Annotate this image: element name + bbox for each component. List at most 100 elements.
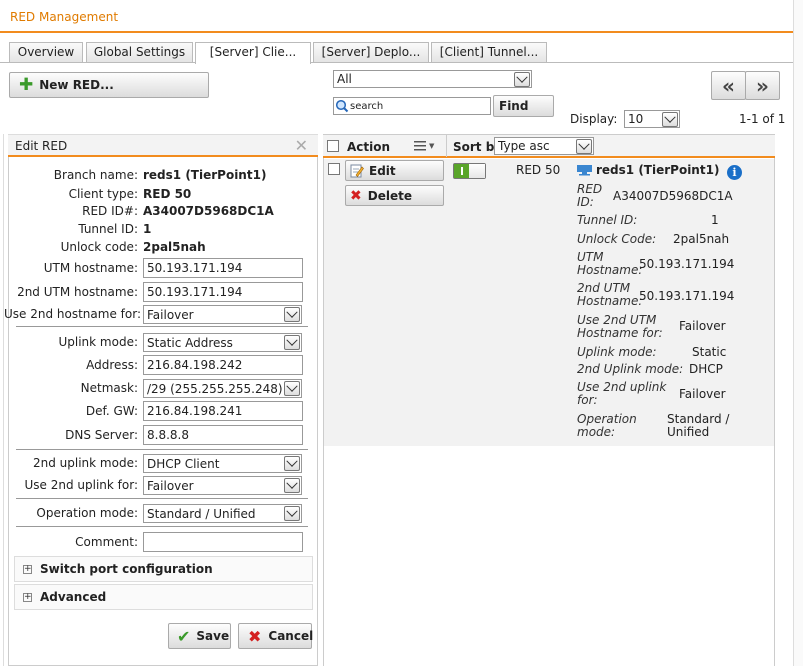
utm-hostname2-field[interactable]: 50.193.171.194 [143,282,303,302]
operation-mode-select[interactable]: Standard / Unified [143,504,302,523]
edit-label: Edit [369,163,396,178]
column-menu-icon[interactable]: ▼ [414,138,440,154]
chevron-down-icon [284,381,300,396]
chevron-down-icon [576,139,592,154]
detail-label-unlock-code: Unlock Code: [577,232,657,246]
dns-field[interactable]: 8.8.8.8 [143,425,303,445]
def-gw-field[interactable]: 216.84.198.241 [143,401,303,421]
chevron-down-icon [662,112,678,127]
use-2nd-uplink-select[interactable]: Failover [143,476,302,495]
def-gw-label: Def. GW: [85,404,138,418]
address-field[interactable]: 216.84.198.242 [143,355,303,375]
tab-global-settings[interactable]: Global Settings [86,42,193,63]
operation-mode-label: Operation mode: [36,506,138,520]
uplink-mode-select[interactable]: Static Address [143,333,302,352]
utm-hostname-field[interactable]: 50.193.171.194 [143,258,303,278]
display-select[interactable]: 10 [624,110,680,128]
branch-name-label: Branch name: [53,168,138,182]
tab-client-tunnel[interactable]: [Client] Tunnel... [431,42,547,63]
x-icon: ✖ [248,626,262,646]
detail-label-utm-hostname2: 2nd UTM Hostname: [577,281,643,308]
detail-label-operation-mode: Operation mode: [577,412,637,439]
row-checkbox[interactable] [328,163,340,175]
detail-label-2nd-uplink-mode: 2nd Uplink mode: [577,362,684,376]
utm-hostname-label: UTM hostname: [43,261,138,275]
cancel-label: Cancel [268,629,314,643]
advanced-section[interactable]: + Advanced [14,584,313,610]
detail-value-utm-hostname2: 50.193.171.194 [639,289,735,303]
uplink2-mode-select[interactable]: DHCP Client [143,454,302,473]
cancel-button[interactable]: ✖ Cancel [238,623,314,649]
sort-value: Type asc [498,139,550,153]
use-2nd-hostname-select[interactable]: Failover [143,305,302,324]
address-value: 216.84.198.242 [147,358,243,372]
dns-value: 8.8.8.8 [147,428,189,442]
toggle-on-segment [454,164,469,178]
info-icon[interactable]: i [727,165,742,180]
detail-value-tunnel-id: 1 [711,213,719,227]
netmask-select[interactable]: /29 (255.255.255.248) [143,379,302,398]
tunnel-id-value: 1 [143,222,152,236]
uplink-mode-label: Uplink mode: [58,335,138,349]
filter-select[interactable]: All [333,70,532,88]
expand-icon: + [23,591,32,602]
switch-port-section[interactable]: + Switch port configuration [14,556,313,582]
unlock-code-label: Unlock code: [60,240,138,254]
divider [16,498,308,499]
client-type-value: RED 50 [143,187,192,201]
search-input[interactable]: search [333,97,491,115]
utm-hostname2-label: 2nd UTM hostname: [17,285,138,299]
use-2nd-hostname-value: Failover [147,307,194,322]
uplink2-mode-label: 2nd uplink mode: [32,456,138,470]
branch-name-value: reds1 (TierPoint1) [143,168,267,182]
enable-toggle[interactable] [453,163,486,179]
sort-select[interactable]: Type asc [494,137,594,155]
detail-value-use-2nd-utm-hostname: Failover [679,319,726,333]
double-left-icon: « [722,73,735,98]
prev-page-button[interactable]: « [711,71,746,100]
display-label: Display: [570,112,618,126]
detail-label-use-2nd-utm-hostname: Use 2nd UTM Hostname for: [577,313,663,340]
address-label: Address: [86,358,138,372]
display-value: 10 [628,112,644,126]
red-id-label: RED ID#: [82,204,138,218]
new-red-button[interactable]: ✚ New RED... [9,72,209,98]
chevron-down-icon [514,72,530,87]
detail-label-uplink-mode: Uplink mode: [577,345,657,359]
find-button[interactable]: Find [493,95,554,117]
row-type: RED 50 [516,163,561,177]
next-page-button[interactable]: » [745,71,780,100]
window-edge [793,0,803,666]
tab-server-deployment[interactable]: [Server] Deplo... [313,42,429,63]
close-icon[interactable]: ✕ [295,136,308,155]
tab-baseline-right [311,62,793,63]
find-label: Find [499,99,529,113]
comment-field[interactable] [143,532,303,552]
chevron-down-icon [284,456,300,471]
detail-label-use-2nd-uplink: Use 2nd uplink for: [577,380,667,407]
use-2nd-uplink-label: Use 2nd uplink for: [24,478,139,492]
save-button[interactable]: ✔ Save [168,623,231,649]
switch-port-label: Switch port configuration [40,562,213,576]
detail-value-use-2nd-uplink: Failover [679,387,726,401]
plus-icon: ✚ [19,75,34,95]
edit-button[interactable]: Edit [345,160,444,181]
select-all-checkbox[interactable] [327,140,339,152]
edit-red-header: Edit RED ✕ [8,134,318,157]
tab-overview[interactable]: Overview [9,42,83,63]
uplink-mode-value: Static Address [147,335,233,350]
tab-baseline [0,62,195,63]
tab-server-clients[interactable]: [Server] Clie... [195,42,311,64]
advanced-label: Advanced [40,590,107,604]
comment-label: Comment: [75,535,138,549]
edit-red-title: Edit RED [15,139,68,153]
operation-mode-value: Standard / Unified [147,506,256,521]
title-bar [0,0,793,33]
pagination-text: 1-1 of 1 [739,112,786,126]
divider [16,326,308,327]
chevron-down-icon [284,307,300,322]
delete-button[interactable]: ✖ Delete [345,185,444,206]
utm-hostname-value: 50.193.171.194 [147,261,243,275]
tunnel-id-label: Tunnel ID: [78,222,138,236]
expand-icon: + [23,563,32,574]
